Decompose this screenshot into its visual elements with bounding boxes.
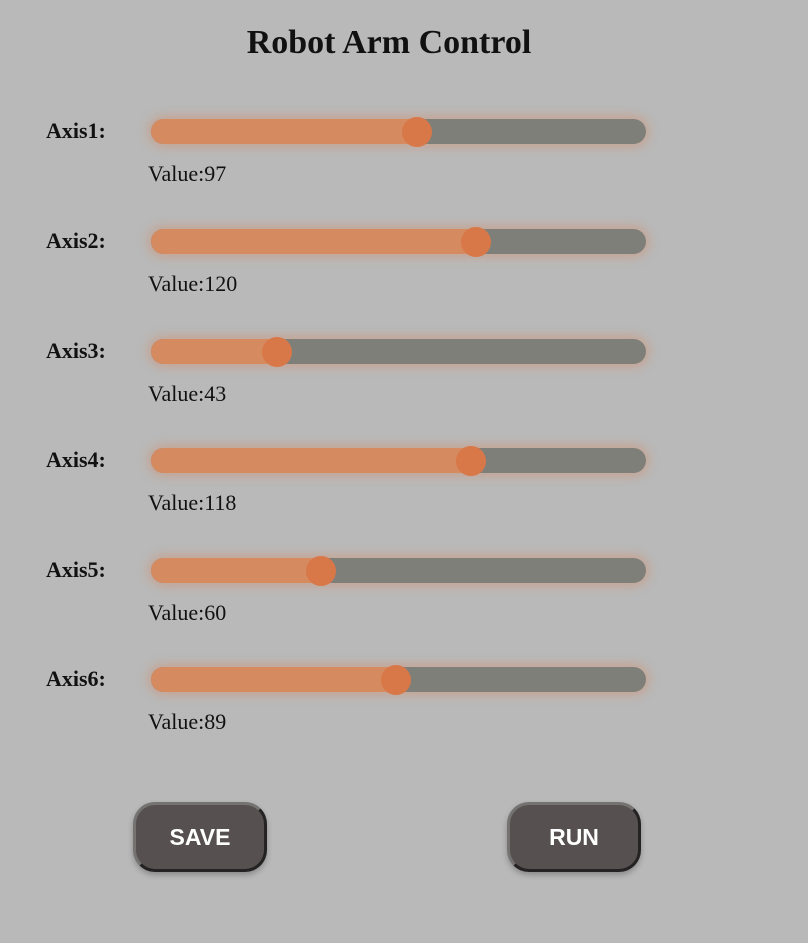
axis-value: 89: [204, 709, 227, 734]
value-prefix: Value:: [148, 271, 205, 296]
slider-fill: [151, 667, 396, 692]
axis-value: 118: [204, 490, 237, 515]
axis-label: Axis5:: [46, 557, 106, 582]
slider-thumb[interactable]: [306, 555, 336, 586]
axis-value: 97: [204, 161, 227, 186]
axis-row-5: Axis5: Value:60: [0, 555, 808, 666]
axis-value-readout: Value:118: [148, 489, 236, 517]
value-prefix: Value:: [148, 490, 205, 515]
slider-fill: [151, 339, 278, 364]
run-button[interactable]: RUN: [507, 802, 641, 872]
axis-label: Axis1:: [46, 118, 106, 143]
axis-5-slider[interactable]: [151, 555, 646, 586]
save-button[interactable]: SAVE: [133, 802, 267, 872]
slider-fill: [151, 229, 476, 254]
axis-row-2: Axis2: Value:120: [0, 226, 808, 337]
axis-value-readout: Value:120: [148, 270, 237, 298]
axis-label: Axis2:: [46, 228, 106, 253]
slider-thumb[interactable]: [380, 664, 411, 695]
axis-4-slider[interactable]: [151, 445, 646, 476]
value-prefix: Value:: [148, 161, 205, 186]
axis-row-1: Axis1: Value:97: [0, 116, 808, 227]
axis-value: 60: [204, 600, 227, 625]
slider-fill: [151, 119, 417, 144]
slider-fill: [151, 448, 471, 473]
value-prefix: Value:: [148, 600, 205, 625]
axis-2-slider[interactable]: [151, 226, 646, 257]
axis-row-4: Axis4: Value:118: [0, 445, 808, 556]
value-prefix: Value:: [148, 709, 205, 734]
slider-thumb[interactable]: [461, 226, 491, 257]
axis-value-readout: Value:97: [148, 160, 226, 188]
page-title: Robot Arm Control: [246, 24, 532, 61]
slider-thumb[interactable]: [262, 336, 293, 367]
slider-fill: [151, 558, 321, 583]
axis-label: Axis3:: [46, 338, 106, 363]
axis-value-readout: Value:89: [148, 708, 226, 736]
axis-value: 43: [204, 381, 227, 406]
axis-1-slider[interactable]: [151, 116, 646, 147]
slider-thumb[interactable]: [455, 445, 486, 476]
axis-3-slider[interactable]: [151, 336, 646, 367]
slider-thumb[interactable]: [401, 116, 432, 147]
axis-row-6: Axis6: Value:89: [0, 664, 808, 775]
axis-row-3: Axis3: Value:43: [0, 336, 808, 447]
axis-value-readout: Value:43: [148, 380, 226, 408]
axis-value-readout: Value:60: [148, 599, 226, 627]
axis-6-slider[interactable]: [151, 664, 646, 695]
axis-value: 120: [204, 271, 238, 296]
axis-label: Axis4:: [46, 447, 106, 472]
value-prefix: Value:: [148, 381, 205, 406]
axis-label: Axis6:: [46, 666, 106, 691]
